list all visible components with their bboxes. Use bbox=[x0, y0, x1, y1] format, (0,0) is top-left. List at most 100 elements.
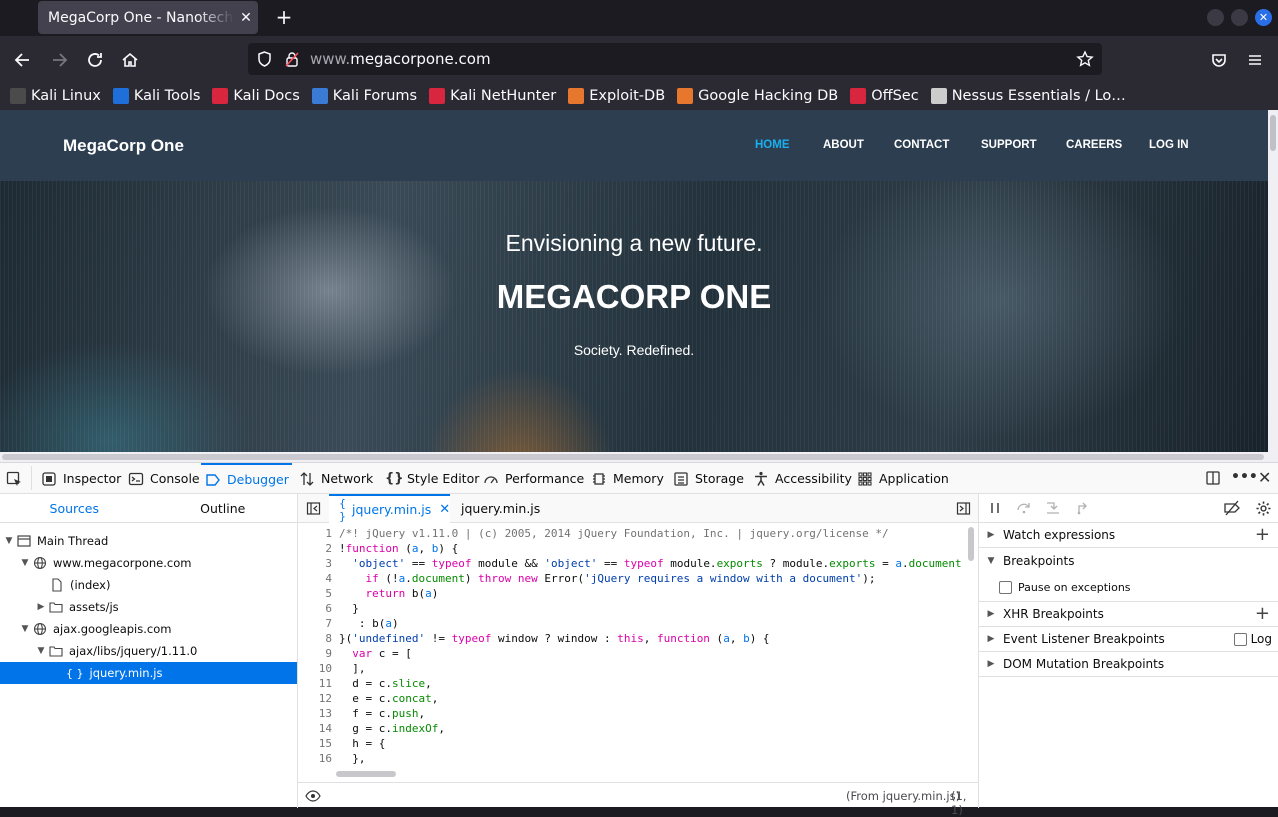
menu-icon[interactable] bbox=[1244, 49, 1266, 71]
page-horizontal-scrollbar[interactable] bbox=[0, 452, 1278, 462]
minimize-icon[interactable] bbox=[1207, 9, 1224, 26]
line-number[interactable]: 16 bbox=[298, 752, 332, 765]
tab-inspector[interactable]: Inspector bbox=[37, 463, 125, 494]
bookmark-item[interactable]: Kali Forums bbox=[311, 88, 417, 104]
editor-tab-active[interactable]: { } jquery.min.js ✕ bbox=[329, 494, 450, 523]
line-number[interactable]: 9 bbox=[298, 647, 332, 660]
tree-main-thread[interactable]: ▼ Main Thread bbox=[0, 530, 297, 552]
tab-application[interactable]: Application bbox=[853, 463, 953, 494]
event-listener-breakpoints-header[interactable]: ▶ Event Listener Breakpoints Log bbox=[979, 627, 1278, 652]
close-devtools-icon[interactable]: ✕ bbox=[1258, 468, 1271, 487]
url-bar[interactable]: www.megacorpone.com bbox=[248, 43, 1102, 75]
tab-storage[interactable]: Storage bbox=[669, 463, 748, 494]
log-checkbox[interactable] bbox=[1233, 632, 1247, 646]
chevron-right-icon[interactable]: ▶ bbox=[985, 530, 997, 540]
chevron-down-icon[interactable]: ▼ bbox=[985, 556, 997, 566]
toggle-debugger-sidebar-icon[interactable] bbox=[956, 501, 971, 516]
scrollbar-thumb[interactable] bbox=[968, 527, 974, 561]
home-icon[interactable] bbox=[119, 49, 141, 71]
bookmark-star-icon[interactable] bbox=[1076, 50, 1094, 68]
maximize-icon[interactable] bbox=[1231, 9, 1248, 26]
breakpoints-header[interactable]: ▼ Breakpoints bbox=[979, 548, 1278, 573]
bookmark-item[interactable]: Kali Linux bbox=[10, 88, 101, 104]
code-view[interactable]: 1 /*! jQuery v1.11.0 | (c) 2005, 2014 jQu… bbox=[298, 523, 978, 768]
tree-file-jquery[interactable]: { } jquery.min.js bbox=[0, 662, 297, 684]
tree-file-index[interactable]: (index) bbox=[0, 574, 297, 596]
bookmark-item[interactable]: Google Hacking DB bbox=[677, 88, 838, 104]
pocket-icon[interactable] bbox=[1208, 49, 1230, 71]
eye-icon[interactable] bbox=[305, 789, 321, 803]
line-number[interactable]: 17 bbox=[298, 767, 332, 768]
element-picker-icon[interactable] bbox=[6, 471, 22, 487]
chevron-down-icon[interactable]: ▼ bbox=[36, 646, 46, 656]
step-over-icon[interactable] bbox=[1016, 501, 1032, 515]
deactivate-breakpoints-icon[interactable] bbox=[1223, 500, 1241, 516]
menu-support[interactable]: SUPPORT bbox=[981, 139, 1037, 151]
tab-sources[interactable]: Sources bbox=[0, 494, 149, 522]
xhr-breakpoints-header[interactable]: ▶ XHR Breakpoints + bbox=[979, 602, 1278, 627]
tab-console[interactable]: Console bbox=[124, 463, 204, 494]
line-number[interactable]: 1 bbox=[298, 527, 332, 540]
tab-debugger[interactable]: Debugger bbox=[201, 463, 292, 494]
chevron-down-icon[interactable]: ▼ bbox=[20, 558, 30, 568]
tree-folder-assets[interactable]: ▶ assets/js bbox=[0, 596, 297, 618]
new-tab-icon[interactable]: + bbox=[274, 7, 294, 27]
line-number[interactable]: 8 bbox=[298, 632, 332, 645]
line-number[interactable]: 13 bbox=[298, 707, 332, 720]
editor-tab[interactable]: jquery.min.js bbox=[451, 494, 550, 523]
menu-contact[interactable]: CONTACT bbox=[894, 139, 949, 151]
menu-login[interactable]: LOG IN bbox=[1149, 139, 1189, 151]
add-watch-icon[interactable]: + bbox=[1255, 526, 1270, 544]
watch-expressions-header[interactable]: ▶ Watch expressions + bbox=[979, 523, 1278, 548]
line-number[interactable]: 3 bbox=[298, 557, 332, 570]
menu-careers[interactable]: CAREERS bbox=[1066, 139, 1122, 151]
line-number[interactable]: 12 bbox=[298, 692, 332, 705]
pause-on-exceptions-checkbox[interactable] bbox=[999, 580, 1012, 594]
bookmark-item[interactable]: Kali Tools bbox=[112, 88, 200, 104]
step-out-icon[interactable] bbox=[1075, 501, 1091, 515]
tab-memory[interactable]: Memory bbox=[587, 463, 668, 494]
insecure-lock-icon[interactable] bbox=[284, 50, 300, 68]
tab-style-editor[interactable]: {} Style Editor bbox=[381, 463, 483, 494]
tab-outline[interactable]: Outline bbox=[149, 494, 298, 522]
editor-vertical-scrollbar[interactable] bbox=[966, 523, 976, 768]
tree-folder-jquery[interactable]: ▼ ajax/libs/jquery/1.11.0 bbox=[0, 640, 297, 662]
chevron-right-icon[interactable]: ▶ bbox=[985, 659, 997, 669]
dom-mutation-breakpoints-header[interactable]: ▶ DOM Mutation Breakpoints bbox=[979, 652, 1278, 677]
bookmark-item[interactable]: Kali NetHunter bbox=[429, 88, 556, 104]
shield-icon[interactable] bbox=[256, 50, 273, 68]
toggle-sources-icon[interactable] bbox=[306, 501, 321, 516]
line-number[interactable]: 15 bbox=[298, 737, 332, 750]
line-number[interactable]: 4 bbox=[298, 572, 332, 585]
browser-tab[interactable]: MegaCorp One - Nanotechnology Is the Fut… bbox=[38, 1, 258, 34]
bookmark-item[interactable]: Nessus Essentials / Lo… bbox=[930, 88, 1126, 104]
log-toggle[interactable]: Log bbox=[1233, 632, 1272, 646]
tab-network[interactable]: Network bbox=[295, 463, 377, 494]
step-in-icon[interactable] bbox=[1045, 501, 1061, 515]
bookmark-item[interactable]: Exploit-DB bbox=[568, 88, 665, 104]
pause-icon[interactable] bbox=[988, 501, 1002, 515]
line-number[interactable]: 11 bbox=[298, 677, 332, 690]
line-number[interactable]: 10 bbox=[298, 662, 332, 675]
line-number[interactable]: 7 bbox=[298, 617, 332, 630]
line-number[interactable]: 6 bbox=[298, 602, 332, 615]
chevron-right-icon[interactable]: ▶ bbox=[985, 609, 997, 619]
menu-home[interactable]: HOME bbox=[755, 139, 790, 151]
settings-gear-icon[interactable] bbox=[1255, 500, 1272, 517]
chevron-right-icon[interactable]: ▶ bbox=[985, 634, 997, 644]
tab-accessibility[interactable]: Accessibility bbox=[749, 463, 856, 494]
chevron-down-icon[interactable]: ▼ bbox=[20, 624, 30, 634]
forward-icon[interactable] bbox=[48, 49, 70, 71]
close-tab-icon[interactable]: ✕ bbox=[234, 10, 258, 26]
footer-source-label[interactable]: (From jquery.min.js) bbox=[846, 789, 960, 803]
tab-performance[interactable]: Performance bbox=[479, 463, 588, 494]
close-icon[interactable]: ✕ bbox=[439, 502, 450, 517]
scrollbar-thumb[interactable] bbox=[2, 454, 1264, 460]
line-number[interactable]: 2 bbox=[298, 542, 332, 555]
tree-domain-googleapis[interactable]: ▼ ajax.googleapis.com bbox=[0, 618, 297, 640]
reload-icon[interactable] bbox=[84, 49, 106, 71]
menu-about[interactable]: ABOUT bbox=[823, 139, 864, 151]
editor-horizontal-scrollbar-thumb[interactable] bbox=[336, 771, 396, 777]
pause-on-exceptions-row[interactable]: Pause on exceptions bbox=[979, 573, 1278, 602]
page-vertical-scrollbar[interactable] bbox=[1268, 110, 1278, 452]
